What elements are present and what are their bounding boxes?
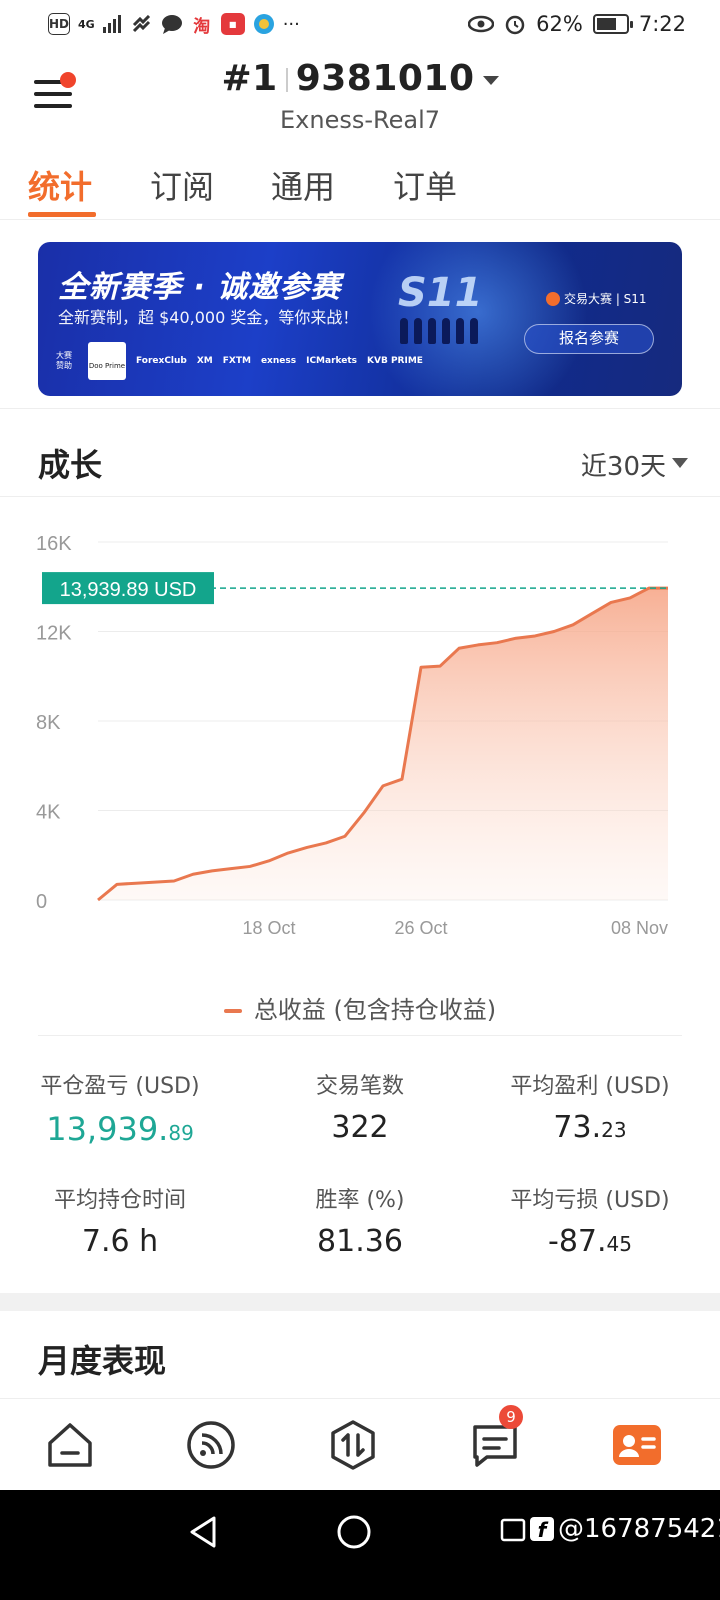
battery-icon bbox=[592, 14, 633, 34]
chevron-down-icon[interactable] bbox=[672, 458, 688, 468]
account-rank: #1 bbox=[221, 58, 278, 99]
tab-orders[interactable]: 订单 bbox=[393, 162, 457, 208]
stat-avg-hold-time: 平均持仓时间 7.6 h bbox=[53, 1188, 186, 1259]
x-tick-label: 08 Nov bbox=[611, 918, 668, 938]
cellular-icon bbox=[102, 15, 121, 33]
sponsor-logo: FXTM bbox=[222, 356, 251, 366]
facebook-icon: f bbox=[530, 1517, 554, 1542]
y-tick-label: 12K bbox=[36, 623, 72, 645]
chat-icon bbox=[161, 15, 182, 34]
x-tick-label: 26 Oct bbox=[394, 918, 447, 938]
banner-subtitle: 全新赛制，超 $40,000 奖金，等你来战！ bbox=[58, 308, 359, 327]
link-icon bbox=[132, 15, 150, 33]
battery-percent: 62% bbox=[536, 12, 583, 36]
growth-title: 成长 bbox=[38, 446, 103, 484]
promo-banner[interactable]: 全新赛季 · 诚邀参赛 全新赛制，超 $40,000 奖金，等你来战！ S11 … bbox=[38, 242, 682, 396]
area-fill bbox=[98, 588, 668, 900]
sponsor-logo: ForexClub bbox=[136, 356, 187, 366]
account-selector[interactable]: #1 9381010 bbox=[0, 58, 720, 99]
server-name: Exness-Real7 bbox=[279, 106, 441, 134]
chart-legend[interactable]: 总收益 (包含持仓收益) bbox=[0, 990, 720, 1025]
tab-bar: 统计 订阅 通用 订单 bbox=[0, 150, 720, 220]
active-tab-indicator bbox=[28, 212, 96, 217]
hd-icon: HD bbox=[48, 13, 70, 35]
sponsor-tag: 大赛赞助 bbox=[56, 351, 72, 370]
system-nav-bar: f @1678754211 bbox=[0, 1490, 720, 1600]
banner-title: 全新赛季 · 诚邀参赛 bbox=[58, 270, 342, 305]
y-tick-label: 8K bbox=[36, 712, 61, 734]
tab-statistics[interactable]: 统计 bbox=[28, 162, 92, 208]
sponsor-logo: exness bbox=[260, 356, 297, 366]
home-button-icon[interactable] bbox=[334, 1512, 374, 1552]
chevron-down-icon bbox=[482, 75, 499, 85]
y-tick-label: 4K bbox=[36, 802, 61, 824]
clock: 7:22 bbox=[638, 12, 686, 36]
watermark-text: @1678754211 bbox=[558, 1514, 720, 1544]
banner-season: S11 bbox=[398, 270, 483, 316]
sponsor-logo: ICMarkets bbox=[306, 356, 358, 366]
x-tick-label: 18 Oct bbox=[242, 918, 295, 938]
taobao-icon: 淘 bbox=[190, 13, 213, 37]
sponsor-row: 大赛赞助 Doo Prime ForexClub XM FXTM exness … bbox=[56, 342, 423, 380]
current-value-label: 13,939.89 USD bbox=[60, 579, 197, 601]
monthly-performance-title: 月度表现 bbox=[38, 1342, 167, 1380]
stat-avg-loss: 平均亏损 (USD) -87.45 bbox=[510, 1188, 670, 1259]
app-icon: ■ bbox=[220, 13, 245, 35]
account-number: 9381010 bbox=[295, 58, 475, 99]
sponsor-logo: XM bbox=[196, 356, 213, 366]
messages-icon[interactable]: 9 bbox=[469, 1405, 523, 1471]
sponsor-logo: KVB PRIME bbox=[367, 356, 423, 366]
y-tick-label: 0 bbox=[36, 891, 47, 913]
runners-illustration bbox=[400, 318, 478, 344]
feed-icon[interactable] bbox=[185, 1419, 237, 1471]
stat-win-rate: 胜率 (%) 81.36 bbox=[315, 1188, 405, 1259]
signal-icon: 4G bbox=[78, 17, 95, 31]
tab-general[interactable]: 通用 bbox=[271, 162, 335, 208]
trade-icon[interactable] bbox=[327, 1419, 379, 1471]
watermark: f @1678754211 bbox=[500, 1514, 720, 1544]
tab-subscribe[interactable]: 订阅 bbox=[150, 162, 214, 208]
sponsor-logo: Doo Prime bbox=[88, 342, 126, 380]
legend-swatch bbox=[223, 1009, 242, 1013]
more-icon: ··· bbox=[282, 13, 300, 35]
growth-chart: 16K 12K 8K 4K 0 18 Oct 26 Oct 08 Nov 13,939.89 U… bbox=[36, 533, 668, 938]
eye-icon bbox=[468, 15, 495, 33]
alarm-icon bbox=[505, 15, 525, 35]
circle-app-icon bbox=[253, 14, 274, 34]
brand-logo-icon bbox=[546, 291, 560, 306]
stat-trade-count: 交易笔数 322 bbox=[315, 1074, 404, 1145]
recents-icon[interactable] bbox=[500, 1516, 526, 1542]
stat-closed-pnl: 平仓盈亏 (USD) 13,939.89 bbox=[40, 1074, 200, 1148]
profile-icon[interactable] bbox=[611, 1419, 663, 1471]
unread-badge: 9 bbox=[499, 1405, 523, 1429]
y-tick-label: 16K bbox=[36, 533, 72, 555]
back-icon[interactable] bbox=[184, 1512, 224, 1552]
bottom-nav: 9 bbox=[0, 1398, 720, 1490]
account-header: #1 9381010 Exness-Real7 bbox=[0, 48, 720, 148]
stat-avg-profit: 平均盈利 (USD) 73.23 bbox=[510, 1074, 670, 1145]
home-icon[interactable] bbox=[44, 1419, 96, 1471]
banner-brand: 交易大赛 | S11 bbox=[546, 290, 647, 307]
range-selector[interactable]: 近30天 bbox=[581, 446, 666, 483]
status-bar: HD 4G 淘 ■ ··· 62% 7:22 bbox=[0, 0, 720, 48]
register-button[interactable]: 报名参赛 bbox=[524, 324, 654, 354]
